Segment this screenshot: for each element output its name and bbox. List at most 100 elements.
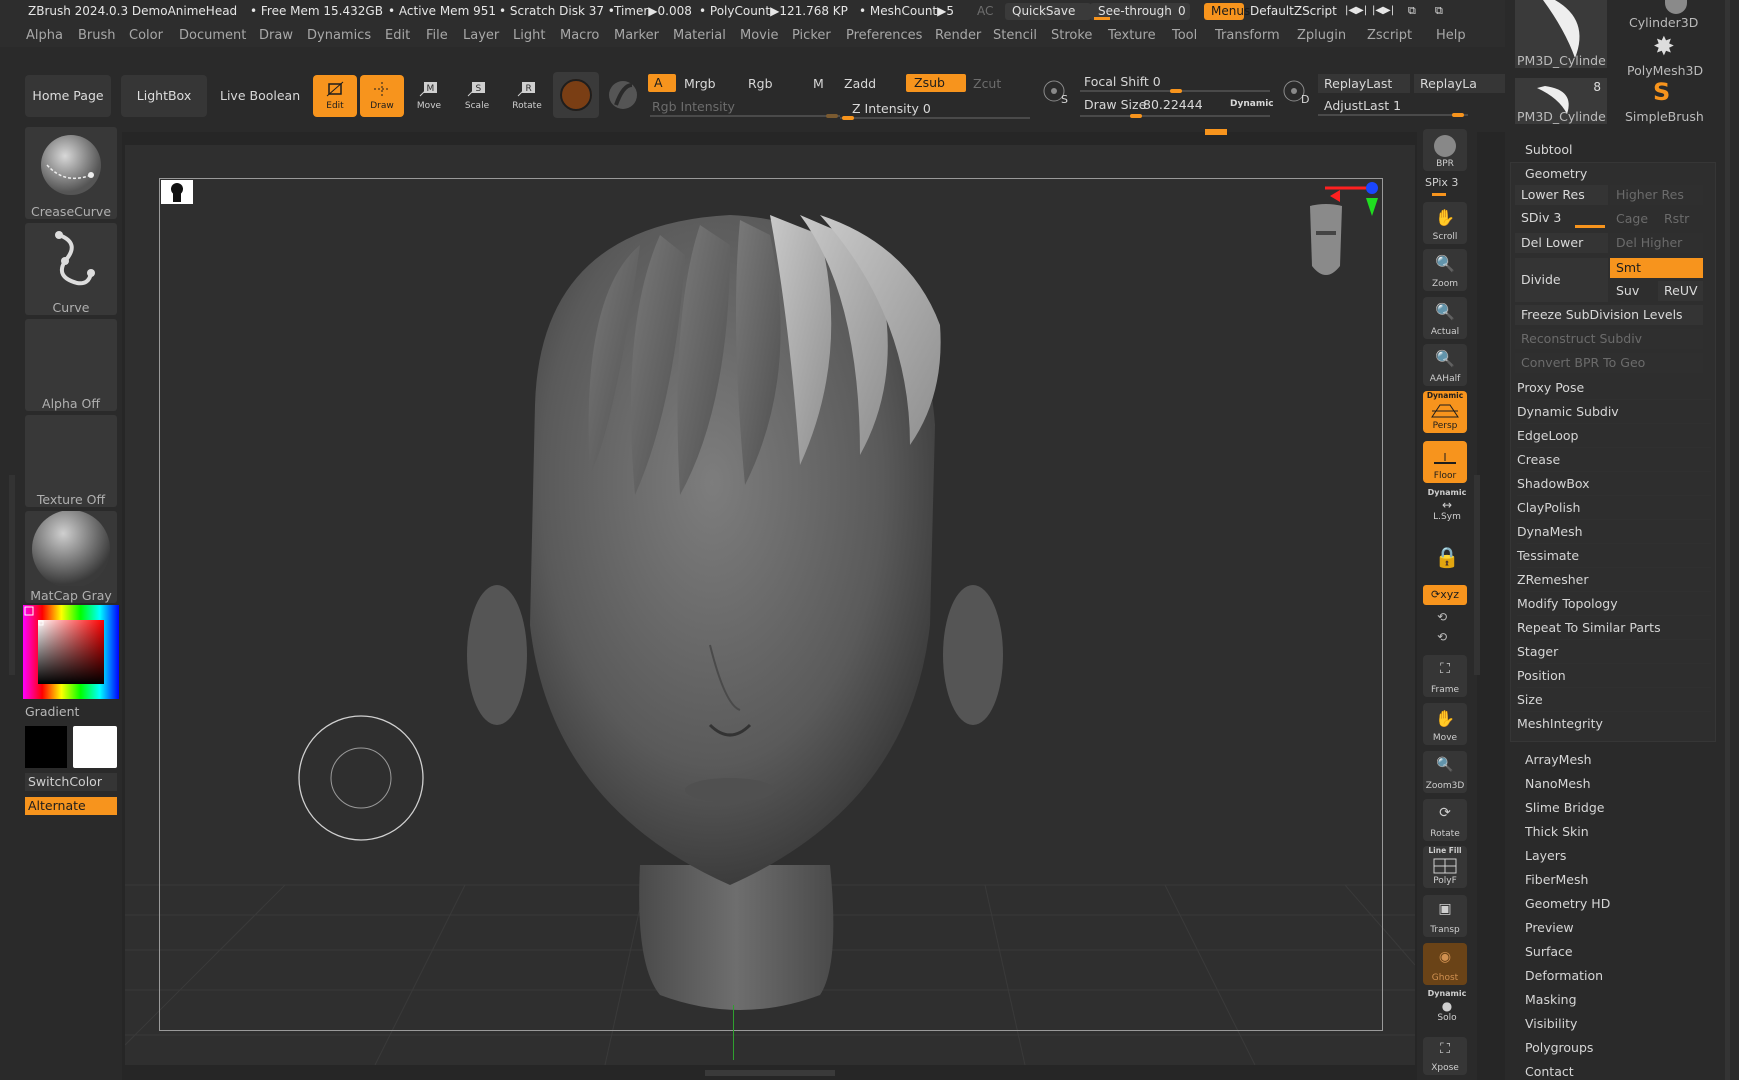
shelf-toggle-2-icon[interactable]: |◀▶| [1372, 5, 1394, 16]
home-page-button[interactable]: Home Page [25, 75, 111, 117]
rgb-intensity-track[interactable] [650, 115, 840, 117]
reuv-button[interactable]: ReUV [1658, 281, 1703, 301]
draw-size-track[interactable] [1080, 115, 1270, 117]
material-sphere-button[interactable] [553, 72, 599, 118]
zcut-toggle[interactable]: Zcut [973, 76, 1001, 91]
tool-thumb-simplebrush[interactable]: S SimpleBrush [1613, 78, 1705, 124]
repeat-similar-parts-row[interactable]: Repeat To Similar Parts [1517, 616, 1711, 640]
rotate-mode-button[interactable]: R Rotate [505, 75, 549, 117]
menu-draw[interactable]: Draw [259, 28, 293, 43]
layers-section[interactable]: Layers [1525, 848, 1566, 863]
bpr-button[interactable]: BPR [1423, 129, 1467, 171]
menu-layer[interactable]: Layer [463, 28, 499, 43]
brush-curve-button[interactable]: Curve [25, 223, 117, 315]
palette-scrollbar[interactable] [1725, 0, 1730, 1080]
meshintegrity-row[interactable]: MeshIntegrity [1517, 712, 1711, 735]
sdiv-slider[interactable]: SDiv 3 [1515, 208, 1608, 230]
spix-knob[interactable] [1432, 193, 1446, 196]
menu-dynamics[interactable]: Dynamics [307, 28, 371, 43]
claypolish-row[interactable]: ClayPolish [1517, 496, 1711, 520]
material-button[interactable]: MatCap Gray [25, 510, 117, 603]
right-tray-handle[interactable] [1474, 475, 1480, 675]
rgb-toggle[interactable]: Rgb [748, 76, 773, 91]
divide-button[interactable]: Divide [1515, 258, 1608, 302]
head-silhouette-icon[interactable] [161, 180, 193, 204]
replay-last-relative-button[interactable]: ReplayLa [1414, 74, 1510, 93]
edgeloop-row[interactable]: EdgeLoop [1517, 424, 1711, 448]
del-higher-button[interactable]: Del Higher [1610, 233, 1703, 253]
smt-toggle[interactable]: Smt [1610, 258, 1703, 278]
zadd-toggle[interactable]: Zadd [844, 76, 876, 91]
menu-macro[interactable]: Macro [560, 28, 599, 43]
modify-topology-row[interactable]: Modify Topology [1517, 592, 1711, 616]
menu-marker[interactable]: Marker [614, 28, 659, 43]
adjust-last-slider[interactable]: AdjustLast 1 [1324, 98, 1401, 113]
main-color-swatch[interactable] [25, 726, 67, 768]
rotate-y-icon[interactable]: ⟲ [1437, 610, 1447, 624]
alternate-button[interactable]: Alternate [25, 797, 117, 815]
polyf-button[interactable]: Line Fill PolyF [1423, 846, 1467, 888]
arraymesh-section[interactable]: ArrayMesh [1525, 752, 1592, 767]
xyz-symmetry-button[interactable]: ⟳xyz [1423, 585, 1467, 605]
edit-mode-button[interactable]: Edit [313, 75, 357, 117]
fibermesh-section[interactable]: FiberMesh [1525, 872, 1588, 887]
z-intensity-track[interactable] [840, 117, 1030, 119]
slime-bridge-section[interactable]: Slime Bridge [1525, 800, 1604, 815]
contact-section[interactable]: Contact [1525, 1064, 1574, 1079]
geometry-hd-section[interactable]: Geometry HD [1525, 896, 1610, 911]
zremesher-row[interactable]: ZRemesher [1517, 568, 1711, 592]
menu-transform[interactable]: Transform [1215, 28, 1280, 43]
scale-mode-button[interactable]: S Scale [455, 75, 499, 117]
adjust-last-track[interactable] [1318, 114, 1468, 116]
position-row[interactable]: Position [1517, 664, 1711, 688]
menu-zscript[interactable]: Zscript [1367, 28, 1412, 43]
lower-res-button[interactable]: Lower Res [1515, 185, 1608, 205]
scroll-button[interactable]: ✋ Scroll [1423, 202, 1467, 244]
window-layout-icon[interactable]: ⧉ [1408, 4, 1416, 18]
rotate-view-button[interactable]: ⟳ Rotate [1423, 799, 1467, 841]
draw-size-slider[interactable]: Draw Size 80.22444 Dynamic [1084, 97, 1274, 115]
draw-mode-button[interactable]: Draw [360, 75, 404, 117]
focal-shift-slider[interactable]: Focal Shift 0 [1084, 74, 1161, 89]
dynamic-subdiv-row[interactable]: Dynamic Subdiv [1517, 400, 1711, 424]
tool-thumb-cylinder3d[interactable]: Cylinder3D [1613, 0, 1705, 30]
menu-preferences[interactable]: Preferences [846, 28, 922, 43]
masking-section[interactable]: Masking [1525, 992, 1577, 1007]
zoom3d-button[interactable]: 🔍 Zoom3D [1423, 751, 1467, 793]
surface-section[interactable]: Surface [1525, 944, 1573, 959]
texture-button[interactable]: Texture Off [25, 415, 117, 507]
color-picker[interactable] [23, 605, 119, 699]
menus-button[interactable]: Menus [1204, 3, 1250, 20]
orientation-gizmo[interactable] [1280, 176, 1390, 306]
freeze-subdivision-levels-button[interactable]: Freeze SubDivision Levels [1515, 305, 1703, 325]
focal-shift-knob[interactable] [1170, 89, 1182, 93]
move-mode-button[interactable]: M Move [407, 75, 451, 117]
window-restore-icon[interactable]: ⧉ [1435, 4, 1443, 18]
lightbox-button[interactable]: LightBox [121, 75, 207, 117]
replay-last-button[interactable]: ReplayLast [1318, 74, 1410, 93]
focal-s-button[interactable]: S [1040, 75, 1070, 109]
menu-material[interactable]: Material [673, 28, 726, 43]
menu-document[interactable]: Document [179, 28, 246, 43]
zoom-button[interactable]: 🔍 Zoom [1423, 249, 1467, 291]
stager-row[interactable]: Stager [1517, 640, 1711, 664]
tool-thumb-polymesh3d[interactable]: ✸ PolyMesh3D [1613, 32, 1705, 78]
cage-button[interactable]: Cage [1610, 209, 1655, 229]
a-toggle[interactable]: A [648, 74, 676, 92]
z-intensity-slider[interactable]: Z Intensity 0 [852, 101, 931, 116]
shelf-toggle-icon[interactable]: |◀▶| [1345, 5, 1367, 16]
menu-render[interactable]: Render [935, 28, 981, 43]
scroll-indicator[interactable] [1205, 129, 1227, 135]
adjust-last-knob[interactable] [1452, 113, 1464, 117]
higher-res-button[interactable]: Higher Res [1610, 185, 1703, 205]
zsub-toggle[interactable]: Zsub [906, 74, 966, 92]
menu-texture[interactable]: Texture [1108, 28, 1156, 43]
shadowbox-row[interactable]: ShadowBox [1517, 472, 1711, 496]
menu-tool[interactable]: Tool [1172, 28, 1197, 43]
rotate-z-icon[interactable]: ⟲ [1437, 630, 1447, 644]
color-sphere-button[interactable] [606, 75, 640, 115]
dynamesh-row[interactable]: DynaMesh [1517, 520, 1711, 544]
xpose-button[interactable]: ⛶ Xpose [1423, 1037, 1467, 1075]
solo-button[interactable]: ● Solo [1425, 999, 1469, 1029]
menu-movie[interactable]: Movie [740, 28, 778, 43]
